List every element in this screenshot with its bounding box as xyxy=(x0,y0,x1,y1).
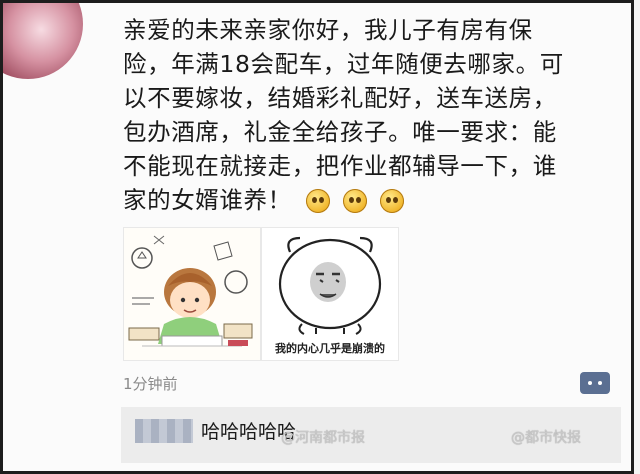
comment-bubble-icon xyxy=(598,381,602,385)
comment-bubble-icon xyxy=(588,381,592,385)
post-line: 险，年满18会配车，过年随便去哪家。可 xyxy=(123,50,564,78)
post-text: 亲爱的未来亲家你好，我儿子有房有保 险，年满18会配车，过年随便去哪家。可 以不… xyxy=(123,13,623,222)
avatar[interactable] xyxy=(3,3,83,79)
watermark: @河南都市报 xyxy=(281,430,365,446)
sweat-smile-emoji-icon xyxy=(305,189,330,213)
meme-caption: 我的内心几乎是崩溃的 xyxy=(275,342,385,355)
sweat-smile-emoji-icon xyxy=(342,189,367,213)
panda-meme-image[interactable]: 我的内心几乎是崩溃的 xyxy=(261,227,399,361)
post-line: 亲爱的未来亲家你好，我儿子有房有保 xyxy=(123,16,533,44)
post-line-last: 家的女婿谁养！ xyxy=(123,183,623,222)
post-line: 家的女婿谁养！ xyxy=(123,186,292,214)
sweat-smile-emoji-icon xyxy=(379,189,404,213)
post-line: 不能现在就接走，把作业都辅导一下，谁 xyxy=(123,152,557,180)
post-line: 包办酒席，礼金全给孩子。唯一要求：能 xyxy=(123,118,557,146)
timestamp: 1分钟前 xyxy=(123,375,178,393)
cartoon-child-with-books-image[interactable] xyxy=(123,227,261,361)
comment-button[interactable] xyxy=(580,372,610,394)
watermark: @都市快报 xyxy=(511,430,581,446)
moments-post: 亲爱的未来亲家你好，我儿子有房有保 险，年满18会配车，过年随便去哪家。可 以不… xyxy=(0,0,634,474)
post-line: 以不要嫁妆，结婚彩礼配好，送车送房， xyxy=(123,84,557,112)
emoji-row xyxy=(305,188,409,222)
commenter-name-blurred[interactable] xyxy=(135,419,193,443)
